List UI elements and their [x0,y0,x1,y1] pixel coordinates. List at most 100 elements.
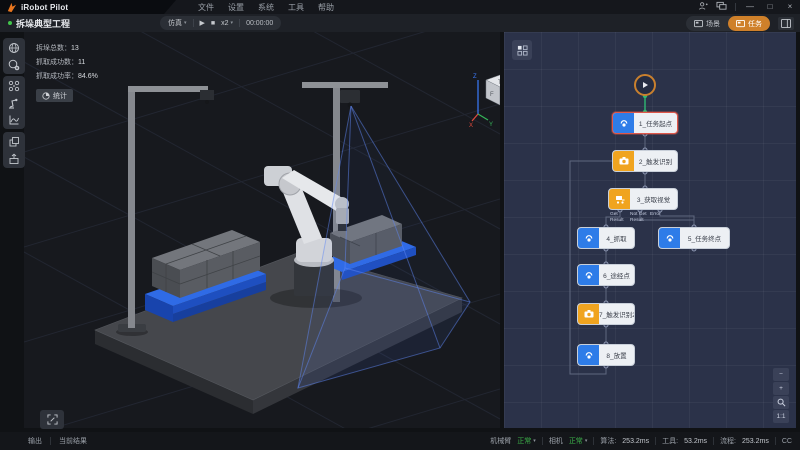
scene-tab[interactable]: 场景 [686,16,728,31]
separator [593,437,594,445]
chevron-down-icon: ▾ [184,20,187,26]
app-window: iRobot Pilot 文件 设置 系统 工具 帮助 [0,0,800,450]
maximize-button[interactable]: □ [764,0,776,14]
panel-toggle-button[interactable] [778,17,794,30]
flow-start-node[interactable] [634,74,656,96]
task-flow-canvas[interactable]: 1_任务起点 2_触发识别 3_获取视觉 Get Result Not Get … [504,32,796,428]
stat-rate-value: 84.6% [78,73,98,80]
axis-z-label: Z [473,74,477,80]
task-tab-label: 任务 [748,19,762,29]
stat-total-value: 13 [71,45,79,52]
separator [735,3,736,11]
grid-icon [517,45,528,56]
layers-icon [8,136,20,148]
chart-button[interactable] [6,113,22,126]
navigation-cube[interactable]: Z X Y T F R [468,70,500,128]
copy-button[interactable] [6,135,22,148]
cube-top-label: T [498,80,500,86]
flow-node-label: 2_触发识别 [634,156,677,166]
play-icon: ▶ [200,19,205,27]
place-icon [578,345,599,365]
camera-trigger-icon [613,151,634,171]
minimize-button[interactable]: — [744,0,756,14]
robot-status-select[interactable]: 正常 ▾ [517,436,536,446]
flow-node-label: 7_触发识别2 [599,309,635,319]
menu-settings[interactable]: 设置 [228,2,244,13]
chevron-down-icon: ▾ [231,20,234,26]
menu-tools[interactable]: 工具 [288,2,304,13]
project-toolbar: 拆垛典型工程 仿真 ▾ ▶ ■ x2 ▾ 00:00:00 [0,14,800,32]
output-tab[interactable]: 输出 [28,436,42,446]
tcp-tool-button[interactable] [6,79,22,92]
current-result-tab[interactable]: 当前结果 [59,436,87,446]
flow-node-1[interactable]: 1_任务起点 [612,112,678,134]
process-time-label: 流程: [720,436,736,446]
flow-node-label: 1_任务起点 [634,118,677,128]
menu-help[interactable]: 帮助 [318,2,334,13]
app-title: iRobot Pilot [21,3,68,12]
statistics-button-label: 统计 [53,91,67,101]
statistics-button[interactable]: 统计 [36,89,73,102]
cube-front-label: F [490,92,494,98]
depalletize-stats: 拆垛总数：13 抓取成功数：11 抓取成功率：84.6% 统计 [36,42,98,102]
flow-node-5[interactable]: 5_任务终点 [658,227,730,249]
zoom-fit-button[interactable]: 1:1 [773,410,789,423]
stat-total-label: 拆垛总数： [36,45,71,52]
separator [655,437,656,445]
separator [239,19,240,27]
zoom-in-button[interactable]: + [773,382,789,395]
titlebar: iRobot Pilot 文件 设置 系统 工具 帮助 [0,0,800,14]
axis-y-label: Y [489,122,493,128]
port-label-error: Error [650,212,670,218]
port-label-get-result: Get Result [610,212,630,223]
stat-success-label: 抓取成功数： [36,59,78,66]
world-settings-button[interactable] [6,58,22,71]
zoom-out-button[interactable]: − [773,368,789,381]
chevron-down-icon: ▾ [585,438,588,444]
menu-file[interactable]: 文件 [198,2,214,13]
stop-button[interactable]: ■ [211,20,215,27]
flow-node-4[interactable]: 4_抓取 [577,227,635,249]
robot-logo-icon [6,2,17,13]
panel-icon [781,19,791,28]
stop-icon: ■ [211,20,215,27]
menu-system[interactable]: 系统 [258,2,274,13]
world-view-button[interactable] [6,41,22,54]
displays-icon [716,1,727,11]
task-start-icon [613,113,634,133]
simulation-toolbar: 仿真 ▾ ▶ ■ x2 ▾ 00:00:00 [160,16,281,30]
robot-status-label: 机械臂 [490,436,511,446]
language-indicator[interactable]: CC [782,438,792,445]
flow-node-3[interactable]: 3_获取视觉 [608,188,678,210]
speed-label: x2 [221,20,228,27]
camera-status-select[interactable]: 正常 ▾ [569,436,588,446]
robot-arm-icon [8,97,20,109]
flow-node-label: 3_获取视觉 [630,194,677,204]
flow-node-6[interactable]: 6_途经点 [577,264,635,286]
speed-select[interactable]: x2 ▾ [221,20,233,27]
app-logo: iRobot Pilot [0,0,176,14]
close-button[interactable]: × [784,0,796,14]
project-status-dot [8,21,12,25]
stat-total: 拆垛总数：13 [36,42,98,56]
flow-node-8[interactable]: 8_放置 [577,344,635,366]
curve-chart-icon [8,114,20,126]
sidebar-group-io [3,132,25,168]
export-button[interactable] [6,152,22,165]
titlebar-controls: — □ × [698,0,796,14]
tcp-icon [8,80,20,92]
globe-gear-icon [8,59,20,71]
play-button[interactable]: ▶ [200,19,205,27]
zoom-search-button[interactable] [773,396,789,409]
separator [542,437,543,445]
fullscreen-button[interactable] [40,410,64,429]
node-palette-button[interactable] [512,40,532,60]
sim-mode-select[interactable]: 仿真 ▾ [168,18,187,28]
waypoint-icon [578,265,599,285]
task-tab[interactable]: 任务 [728,16,770,31]
separator [50,437,51,445]
flow-node-7[interactable]: 7_触发识别2 [577,303,635,325]
flow-node-label: 4_抓取 [599,233,634,243]
flow-node-2[interactable]: 2_触发识别 [612,150,678,172]
robot-config-button[interactable] [6,96,22,109]
